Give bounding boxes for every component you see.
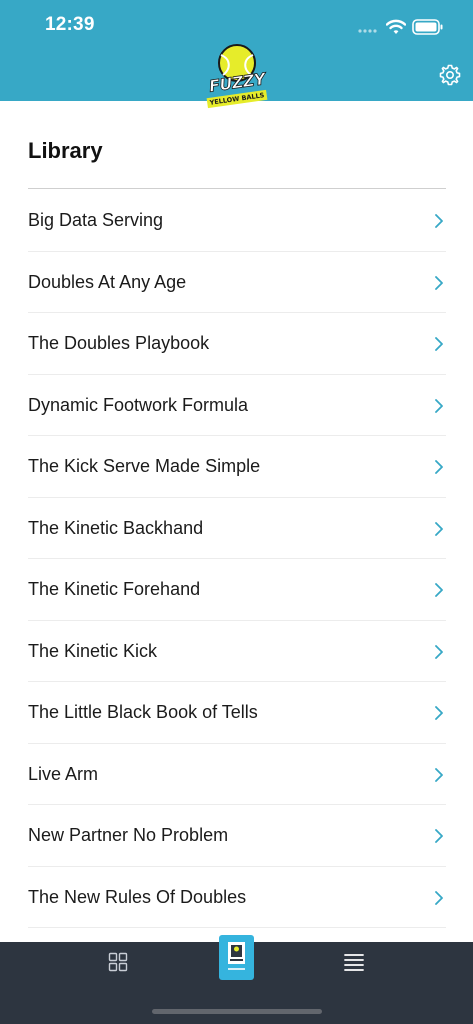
- list-item[interactable]: New Partner No Problem: [28, 805, 446, 867]
- list-item[interactable]: Big Data Serving: [28, 190, 446, 252]
- wifi-icon: [386, 19, 406, 34]
- chevron-right-icon: [435, 337, 443, 351]
- status-time: 12:39: [45, 14, 95, 35]
- list-item[interactable]: The Little Black Book of Tells: [28, 682, 446, 744]
- title-divider: [28, 188, 446, 189]
- list-item[interactable]: The Kinetic Forehand: [28, 559, 446, 621]
- menu-icon[interactable]: [344, 953, 364, 971]
- home-indicator: [152, 1009, 322, 1014]
- list-item-label: The Kinetic Backhand: [28, 517, 204, 538]
- cellular-signal-icon: [358, 29, 377, 33]
- list-item[interactable]: Doubles At Any Age: [28, 252, 446, 313]
- fuzzy-yellow-balls-logo[interactable]: FUZZY YELLOW BALLS: [203, 43, 271, 115]
- chevron-right-icon: [435, 644, 443, 659]
- battery-icon: [412, 19, 443, 35]
- list-item-label: Big Data Serving: [28, 210, 164, 230]
- list-item-label: Dynamic Footwork Formula: [28, 394, 249, 415]
- chevron-right-icon: [435, 767, 443, 782]
- list-item-label: The Kinetic Kick: [28, 640, 158, 661]
- chevron-right-icon: [435, 890, 443, 905]
- list-item-label: The New Rules Of Doubles: [28, 886, 247, 907]
- chevron-right-icon: [435, 460, 443, 474]
- list-item[interactable]: The Kinetic Kick: [28, 621, 446, 682]
- list-item-label: Doubles At Any Age: [28, 271, 187, 292]
- list-item[interactable]: The Kinetic Backhand: [28, 498, 446, 559]
- list-item-label: The Kick Serve Made Simple: [28, 456, 261, 476]
- book-cover-tab[interactable]: [219, 935, 254, 980]
- list-item-label: The Kinetic Forehand: [28, 579, 201, 599]
- list-item-label: The Doubles Playbook: [28, 333, 210, 353]
- list-item[interactable]: The Doubles Playbook: [28, 313, 446, 375]
- chevron-right-icon: [435, 706, 443, 720]
- chevron-right-icon: [435, 214, 443, 228]
- list-item-label: New Partner No Problem: [28, 825, 229, 845]
- chevron-right-icon: [435, 275, 443, 290]
- library-list: Big Data Serving Doubles At Any Age The …: [28, 190, 446, 928]
- list-item[interactable]: The Kick Serve Made Simple: [28, 436, 446, 498]
- chevron-right-icon: [435, 583, 443, 597]
- gear-icon[interactable]: [438, 63, 462, 87]
- chevron-right-icon: [435, 521, 443, 536]
- grid-icon[interactable]: [108, 952, 128, 972]
- page-title: Library: [28, 138, 103, 163]
- list-item[interactable]: Dynamic Footwork Formula: [28, 375, 446, 436]
- chevron-right-icon: [435, 829, 443, 843]
- book-cover-icon: [228, 942, 245, 970]
- chevron-right-icon: [435, 398, 443, 413]
- app-header: 12:39 FUZZY YELLOW BALLS: [0, 0, 473, 109]
- list-item-label: Live Arm: [28, 763, 99, 784]
- list-item[interactable]: The New Rules Of Doubles: [28, 867, 446, 928]
- list-item-label: The Little Black Book of Tells: [28, 702, 258, 722]
- list-item[interactable]: Live Arm: [28, 744, 446, 805]
